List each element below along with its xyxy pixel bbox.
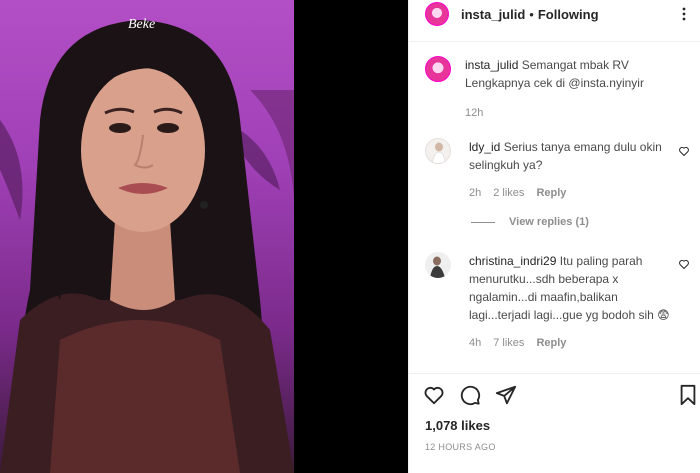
comment-item: ldy_id Serius tanya emang dulu okin seli… (425, 138, 675, 202)
post-header: insta_julid • Following (409, 0, 700, 28)
commenter-avatar[interactable] (425, 138, 451, 164)
heart-icon[interactable] (678, 145, 690, 157)
media-frame: Beke (0, 0, 408, 473)
actions-divider (409, 373, 700, 374)
woman-portrait-image: Beke (0, 17, 294, 473)
comment-time: 4h (469, 337, 482, 349)
caption-time: 12h (465, 107, 484, 119)
post-actions (423, 384, 696, 408)
comment-time: 2h (469, 187, 482, 199)
avatar[interactable] (425, 2, 449, 26)
commenter-avatar[interactable] (425, 252, 451, 278)
share-icon[interactable] (495, 384, 517, 406)
comment-username[interactable]: christina_indri29 (469, 254, 556, 268)
reply-button[interactable]: Reply (536, 334, 566, 352)
bookmark-icon[interactable] (677, 384, 699, 406)
view-replies-line (471, 221, 495, 223)
comment-icon[interactable] (459, 384, 481, 406)
caption-username[interactable]: insta_julid (465, 58, 518, 72)
caption: insta_julid Semangat mbak RV Lengkapnya … (425, 56, 671, 122)
post-side-panel: insta_julid • Following insta_julid Sema… (408, 0, 700, 473)
caption-avatar[interactable] (425, 56, 451, 82)
post-photo[interactable]: Beke (0, 0, 294, 473)
person-thumbnail-icon (430, 256, 445, 278)
more-icon[interactable] (677, 6, 691, 22)
view-replies-button[interactable]: View replies (1) (471, 216, 589, 228)
comment-item: christina_indri29 Itu paling parah menur… (425, 252, 675, 352)
person-thumbnail-icon (432, 142, 446, 163)
likes-count[interactable]: 1,078 likes (425, 418, 490, 433)
reply-button[interactable]: Reply (536, 184, 566, 202)
comment-username[interactable]: ldy_id (469, 140, 500, 154)
comment-likes[interactable]: 2 likes (493, 184, 524, 202)
heart-icon[interactable] (678, 258, 690, 270)
post-timestamp: 12 HOURS AGO (425, 442, 496, 452)
photo-watermark: Beke (128, 17, 155, 32)
header-separator: • (529, 6, 534, 22)
following-button[interactable]: Following (538, 7, 599, 22)
header-divider (409, 41, 700, 42)
view-replies-label: View replies (1) (509, 216, 589, 228)
comment-likes[interactable]: 7 likes (493, 334, 524, 352)
header-username[interactable]: insta_julid (461, 7, 525, 22)
like-heart-icon[interactable] (423, 384, 445, 406)
